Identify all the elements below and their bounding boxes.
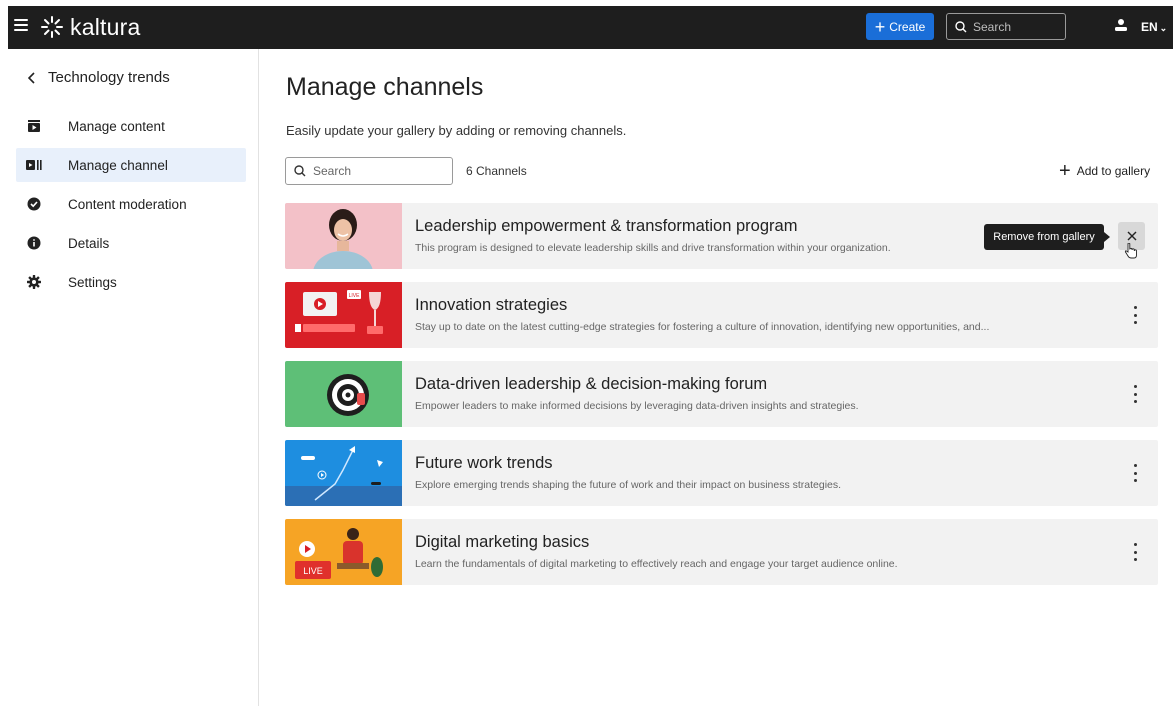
channel-title[interactable]: Innovation strategies (415, 296, 567, 315)
add-to-gallery-button[interactable]: + Add to gallery (1059, 161, 1150, 181)
channel-search-placeholder: Search (313, 164, 352, 178)
logo-text: kaltura (70, 13, 141, 40)
channel-card[interactable]: LIVE Digital marketing basics Learn the … (285, 519, 1158, 585)
channel-thumbnail: LIVE (285, 519, 402, 585)
plus-icon: + (874, 16, 886, 37)
top-bar: kaltura + Create Search EN ⌄ (8, 6, 1173, 49)
sidebar-item-details[interactable]: Details (16, 226, 246, 260)
channel-description: Stay up to date on the latest cutting-ed… (415, 321, 990, 333)
channel-icon (26, 157, 42, 173)
channel-title[interactable]: Data-driven leadership & decision-making… (415, 375, 767, 394)
chevron-left-icon (28, 71, 35, 84)
channel-title[interactable]: Future work trends (415, 454, 553, 473)
play-box-icon (26, 118, 42, 134)
sidebar-item-content-moderation[interactable]: Content moderation (16, 187, 246, 221)
svg-text:LIVE: LIVE (349, 293, 361, 299)
more-options-icon[interactable] (1132, 383, 1138, 405)
more-options-icon[interactable] (1132, 462, 1138, 484)
remove-from-gallery-tooltip: Remove from gallery (984, 224, 1110, 250)
create-button[interactable]: + Create (866, 13, 934, 40)
page-title: Manage channels (286, 73, 484, 101)
top-search-placeholder: Search (973, 19, 1012, 34)
language-selector[interactable]: EN ⌄ (1141, 20, 1167, 34)
plus-icon: + (1059, 160, 1071, 182)
sidebar-item-label: Details (68, 235, 110, 251)
kaltura-logo[interactable]: kaltura (40, 10, 140, 44)
kaltura-logo-icon (41, 16, 63, 38)
search-icon (955, 20, 967, 32)
sidebar-item-settings[interactable]: Settings (16, 265, 246, 299)
channel-thumbnail (285, 361, 402, 427)
add-to-gallery-label: Add to gallery (1076, 164, 1151, 178)
sidebar-item-manage-content[interactable]: Manage content (16, 109, 246, 143)
page-subtitle: Easily update your gallery by adding or … (286, 123, 627, 138)
sidebar-item-label: Manage content (68, 118, 165, 134)
channel-card[interactable]: Future work trends Explore emerging tren… (285, 440, 1158, 506)
channel-description: Learn the fundamentals of digital market… (415, 558, 898, 570)
close-icon (1127, 231, 1136, 241)
chevron-down-icon: ⌄ (1159, 23, 1168, 33)
menu-icon[interactable] (14, 19, 28, 31)
gear-icon (26, 274, 42, 290)
check-circle-icon (26, 196, 42, 212)
channel-count: 6 Channels (466, 164, 527, 178)
language-label: EN (1141, 20, 1158, 34)
back-label: Technology trends (48, 69, 170, 86)
user-icon[interactable] (1114, 18, 1128, 32)
channel-search-input[interactable]: Search (285, 157, 453, 185)
more-options-icon[interactable] (1132, 541, 1138, 563)
sidebar-item-manage-channel[interactable]: Manage channel (16, 148, 246, 182)
sidebar-item-label: Content moderation (68, 196, 187, 212)
channel-card[interactable]: LIVE Innovation strategies Stay up to da… (285, 282, 1158, 348)
create-label: Create (889, 19, 926, 34)
channel-title[interactable]: Leadership empowerment & transformation … (415, 217, 797, 236)
channel-thumbnail: LIVE (285, 282, 402, 348)
back-link[interactable]: Technology trends (28, 69, 170, 86)
top-search-input[interactable]: Search (946, 13, 1066, 40)
channel-thumbnail (285, 203, 402, 269)
sidebar-item-label: Manage channel (68, 157, 168, 173)
search-icon (294, 165, 306, 177)
sidebar-item-label: Settings (68, 274, 117, 290)
channel-thumbnail (285, 440, 402, 506)
channel-description: This program is designed to elevate lead… (415, 242, 891, 254)
svg-text:LIVE: LIVE (303, 566, 323, 576)
hand-cursor-icon (1124, 243, 1137, 259)
channel-description: Explore emerging trends shaping the futu… (415, 479, 842, 491)
more-options-icon[interactable] (1132, 304, 1138, 326)
channel-title[interactable]: Digital marketing basics (415, 533, 589, 552)
info-icon (26, 235, 42, 251)
channel-description: Empower leaders to make informed decisio… (415, 400, 859, 412)
channel-card[interactable]: Data-driven leadership & decision-making… (285, 361, 1158, 427)
sidebar: Technology trends Manage content Manage … (8, 49, 259, 706)
